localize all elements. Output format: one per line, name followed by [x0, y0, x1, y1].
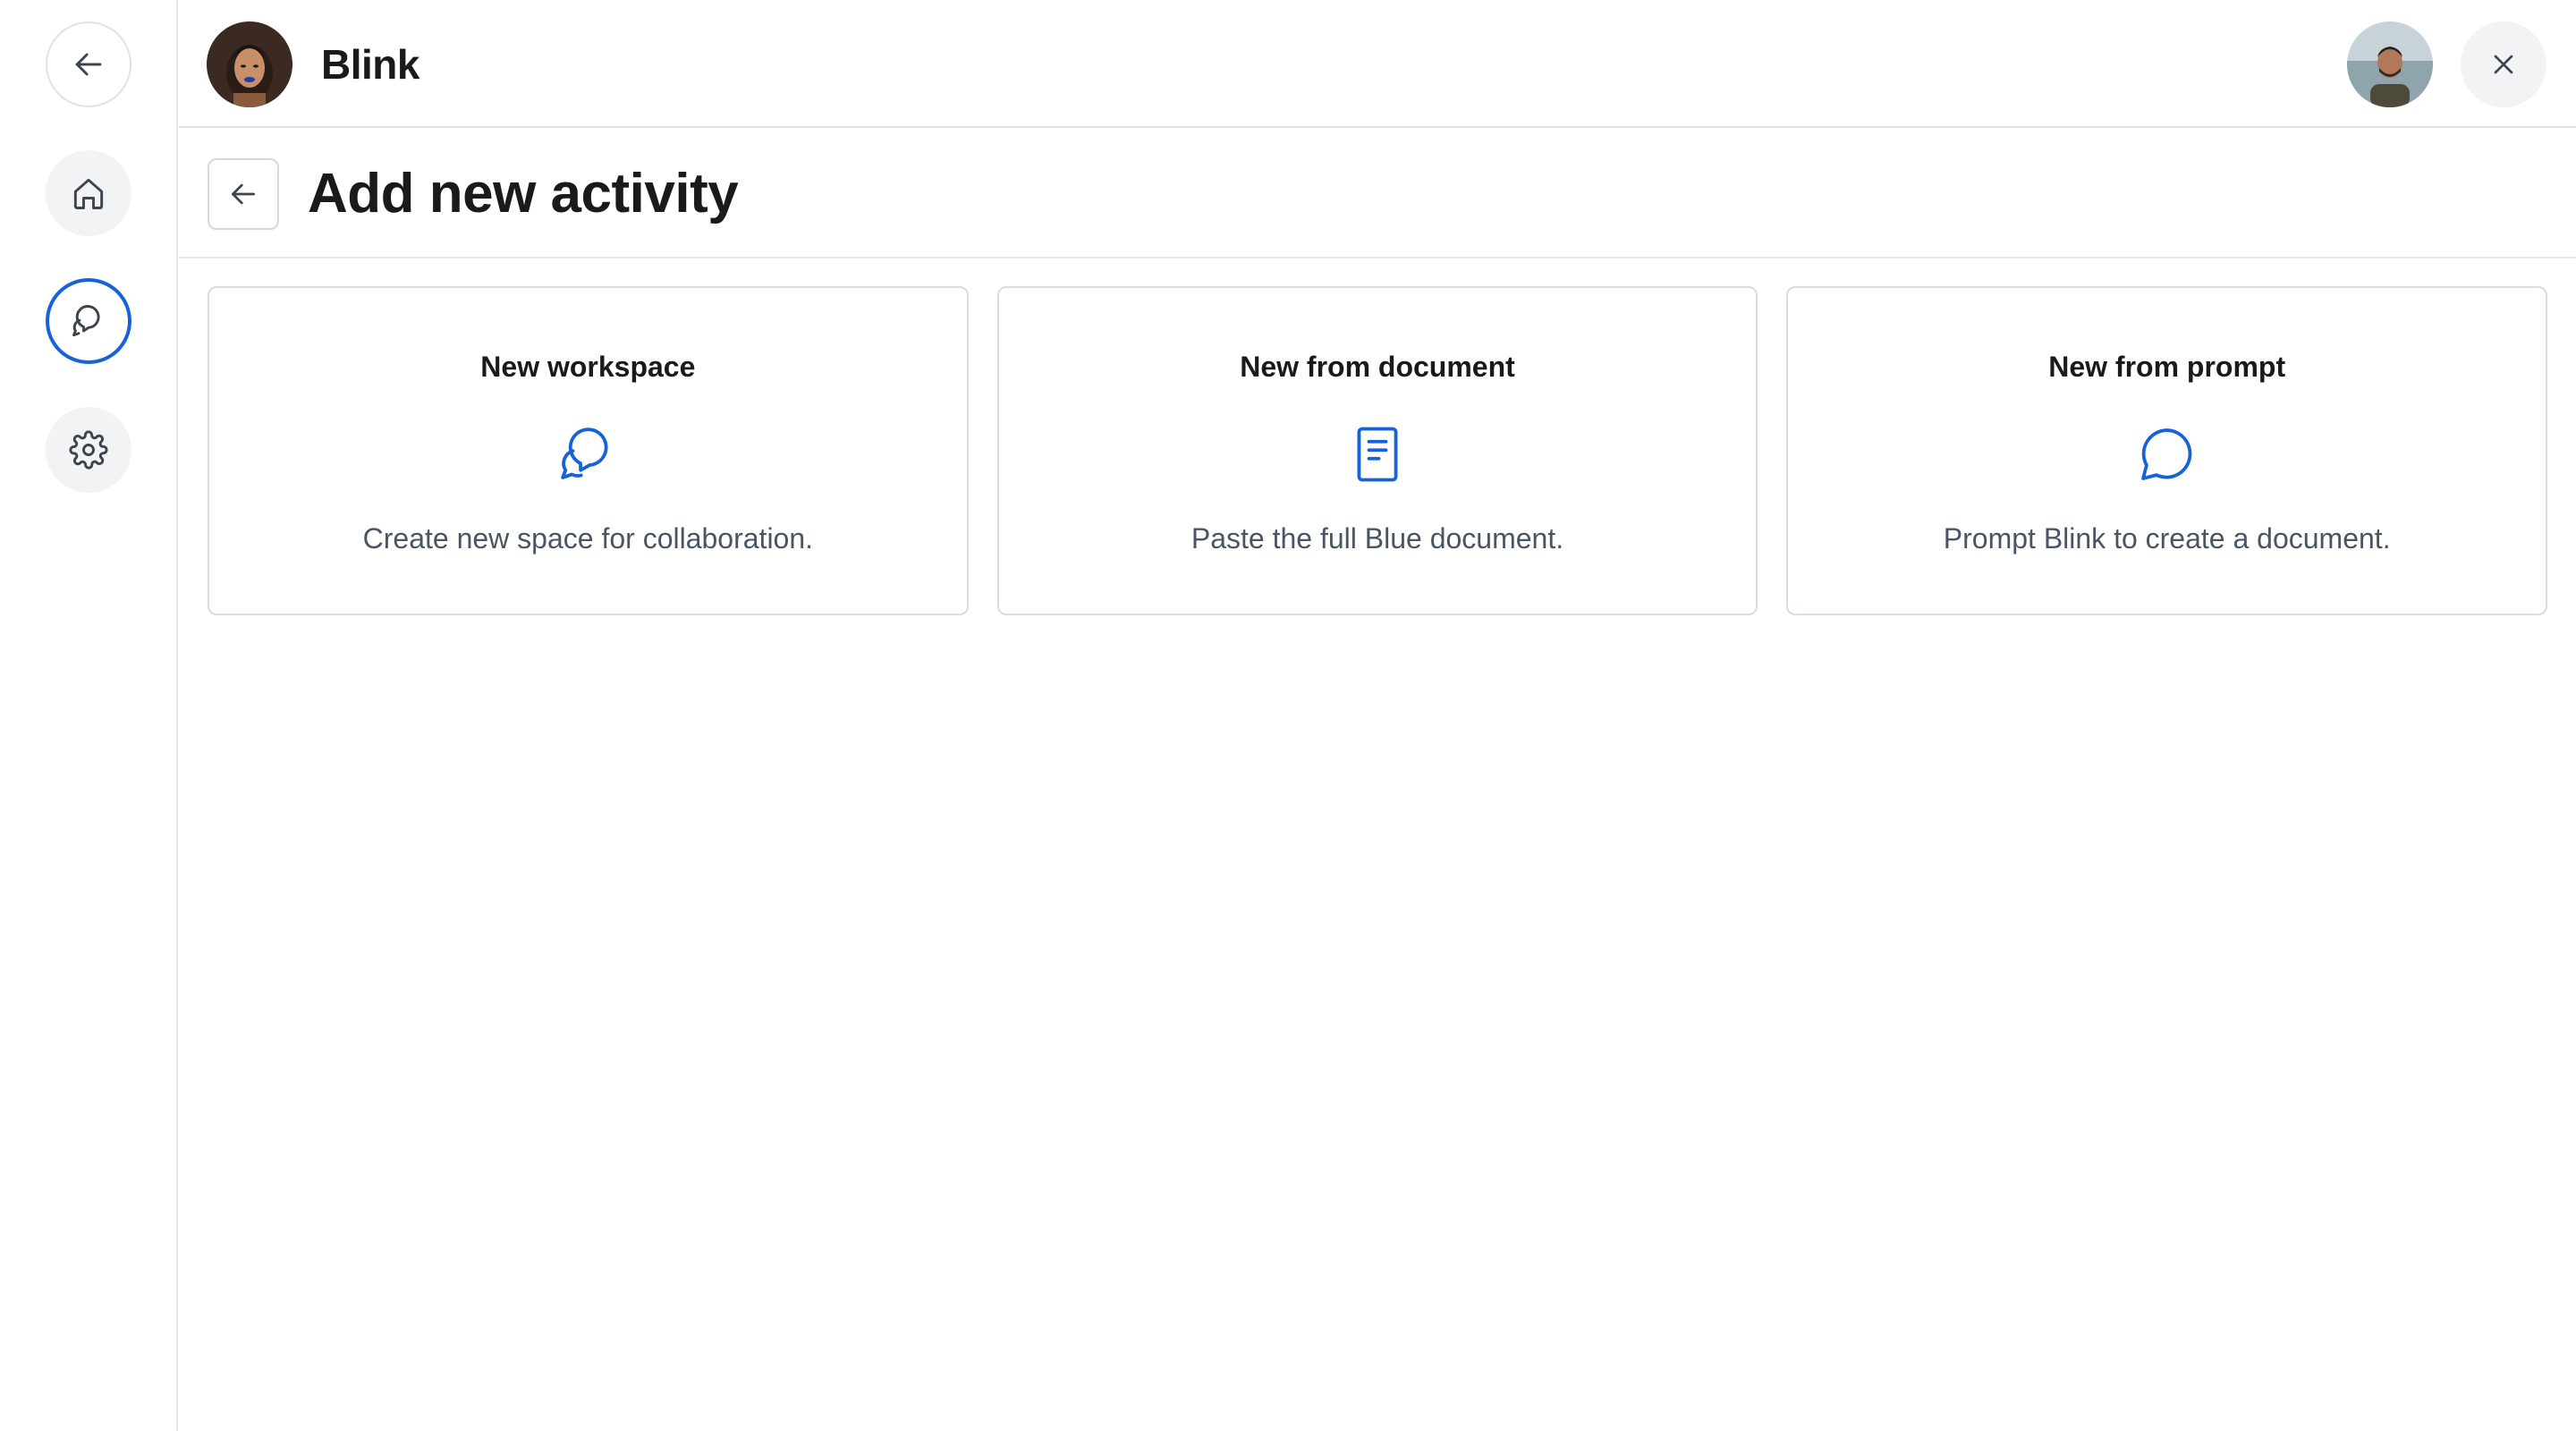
- chat-bubbles-icon: [561, 428, 608, 479]
- card-icon: [1343, 420, 1411, 488]
- page-title-bar: Add new activity: [179, 130, 2576, 258]
- new-from-document-card[interactable]: New from document Paste the full Blue do…: [996, 286, 1758, 615]
- home-icon: [73, 178, 104, 209]
- card-description: Paste the full Blue document.: [1191, 522, 1564, 555]
- new-workspace-card[interactable]: New workspace Create new space for colla…: [208, 286, 969, 615]
- gear-icon: [69, 430, 108, 470]
- rail-back-button[interactable]: [46, 21, 131, 107]
- card-description: Prompt Blink to create a document.: [1943, 522, 2391, 555]
- brand-avatar: [207, 21, 292, 107]
- arrow-left-icon: [75, 53, 102, 76]
- activity-options: New workspace Create new space for colla…: [208, 286, 2548, 615]
- close-button[interactable]: [2461, 21, 2546, 107]
- rail-chat-button[interactable]: [46, 278, 131, 364]
- top-header: Blink: [179, 0, 2576, 128]
- chat-bubbles-icon: [72, 305, 100, 337]
- card-description: Create new space for collaboration.: [362, 522, 814, 555]
- left-rail: [0, 0, 178, 1431]
- document-icon: [1357, 427, 1398, 482]
- brand-avatar-photo-icon: [207, 21, 292, 107]
- card-icon: [2133, 420, 2201, 488]
- app-window: Blink Add new activity New workspace Cre…: [0, 0, 2576, 1431]
- user-avatar[interactable]: [2347, 21, 2433, 107]
- speech-bubble-icon: [2140, 428, 2191, 480]
- card-icon: [554, 420, 622, 488]
- page-back-button[interactable]: [208, 158, 279, 230]
- close-icon: [2494, 55, 2513, 74]
- page-title: Add new activity: [308, 163, 739, 224]
- card-title: New from prompt: [2048, 351, 2286, 383]
- card-title: New from document: [1240, 351, 1515, 383]
- rail-settings-button[interactable]: [46, 407, 131, 493]
- user-avatar-photo-icon: [2347, 21, 2433, 107]
- arrow-left-icon: [232, 183, 255, 205]
- new-from-prompt-card[interactable]: New from prompt Prompt Blink to create a…: [1786, 286, 2548, 615]
- brand-name: Blink: [321, 41, 419, 88]
- card-title: New workspace: [480, 351, 696, 383]
- rail-home-button[interactable]: [46, 150, 131, 236]
